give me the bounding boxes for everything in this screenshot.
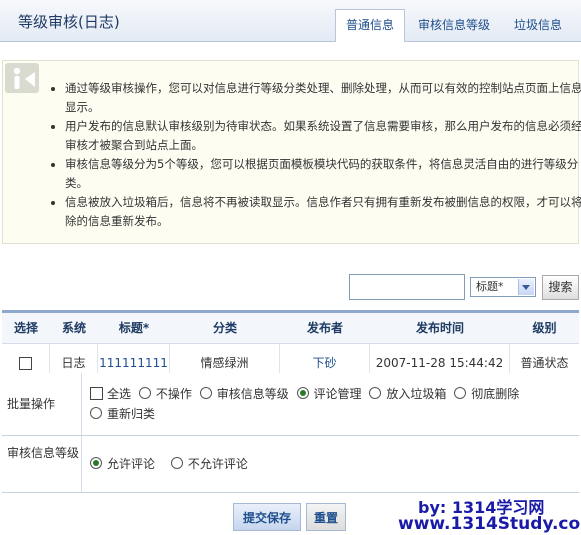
info-item: 通过等级审核操作，您可以对信息进行等级分类处理、删除处理，从而可以有效的控制站点… [65, 79, 581, 117]
radio-button[interactable] [138, 387, 151, 399]
radio-button[interactable] [90, 457, 102, 469]
search-field-value: 标题* [476, 280, 504, 293]
batch-options: 全选 不操作 审核信息等级 评论管理 放入垃圾箱 彻底删除 重新归类 [90, 384, 574, 424]
option-label: 重新归类 [107, 407, 156, 421]
option-label: 审核信息等级 [216, 387, 289, 401]
allow-comment-option[interactable]: 允许评论 [90, 454, 155, 474]
reset-button[interactable]: 重置 [306, 503, 346, 531]
page-header: 等级审核(日志) 普通信息 审核信息等级 垃圾信息 [0, 0, 581, 42]
col-header-title[interactable]: 标题* [98, 313, 170, 343]
row-checkbox[interactable] [19, 357, 32, 370]
batch-operation-row: 批量操作 全选 不操作 审核信息等级 评论管理 放入垃圾箱 彻底删除 重新归类 [2, 373, 579, 436]
radio-button[interactable] [170, 457, 183, 469]
disallow-comment-option[interactable]: 不允许评论 [170, 454, 248, 474]
batch-option-review-level[interactable]: 审核信息等级 [199, 384, 289, 404]
review-level-row: 审核信息等级 允许评论 不允许评论 [2, 436, 579, 493]
radio-button[interactable] [296, 387, 309, 399]
tab-bar: 普通信息 审核信息等级 垃圾信息 [333, 9, 573, 42]
col-header-publisher: 发布者 [306, 321, 343, 335]
select-all-label: 全选 [107, 387, 132, 401]
page-title: 等级审核(日志) [18, 13, 120, 31]
info-box: 通过等级审核操作，您可以对信息进行等级分类处理、删除处理，从而可以有效的控制站点… [2, 60, 581, 244]
select-all-option[interactable]: 全选 [90, 384, 131, 404]
option-label: 评论管理 [313, 387, 362, 401]
info-item: 信息被放入垃圾箱后，信息将不再被读取显示。信息作者只有拥有重新发布被删信息的权限… [65, 193, 581, 231]
radio-button[interactable] [369, 387, 382, 399]
batch-option-reclassify[interactable]: 重新归类 [90, 404, 155, 424]
radio-button[interactable] [90, 407, 102, 419]
col-header-time: 发布时间 [415, 321, 464, 335]
watermark-line-2: www.1314Study.com [398, 514, 581, 534]
tab-trash-info[interactable]: 垃圾信息 [503, 9, 573, 40]
table-header: 选择 系统 标题* 分类 发布者 发布时间 级别 [2, 310, 579, 344]
radio-button[interactable] [454, 387, 467, 399]
col-header-system: 系统 [61, 321, 86, 335]
submit-save-button[interactable]: 提交保存 [233, 503, 301, 531]
option-label: 允许评论 [107, 457, 156, 471]
batch-label: 批量操作 [2, 373, 82, 435]
batch-option-comment-manage[interactable]: 评论管理 [296, 384, 362, 404]
option-label: 不允许评论 [187, 457, 248, 471]
option-label: 彻底删除 [471, 387, 520, 401]
batch-option-delete[interactable]: 彻底删除 [454, 384, 519, 404]
col-header-level: 级别 [532, 321, 557, 335]
col-header-category: 分类 [212, 321, 237, 335]
option-label: 不操作 [155, 387, 192, 401]
option-label: 放入垃圾箱 [386, 387, 447, 401]
comment-options: 允许评论 不允许评论 [90, 454, 574, 474]
info-item: 用户发布的信息默认审核级别为待审状态。如果系统设置了信息需要审核，那么用户发布的… [65, 117, 581, 155]
search-field-select[interactable]: 标题* [470, 277, 536, 297]
batch-option-none[interactable]: 不操作 [138, 384, 192, 404]
review-level-label: 审核信息等级 [2, 436, 82, 492]
info-list: 通过等级审核操作，您可以对信息进行等级分类处理、删除处理，从而可以有效的控制站点… [29, 79, 581, 231]
tab-review-level[interactable]: 审核信息等级 [407, 9, 501, 40]
search-button[interactable]: 搜索 [542, 275, 579, 300]
batch-option-trash[interactable]: 放入垃圾箱 [369, 384, 446, 404]
search-input[interactable] [349, 274, 465, 300]
chevron-down-icon[interactable] [518, 279, 534, 295]
tab-normal-info[interactable]: 普通信息 [334, 9, 405, 42]
radio-button[interactable] [199, 387, 212, 399]
select-all-checkbox[interactable] [90, 387, 103, 400]
info-item: 审核信息等级分为5个等级，您可以根据页面模板模块代码的获取条件，将信息灵活自由的… [65, 155, 581, 193]
col-header-select: 选择 [13, 321, 38, 335]
